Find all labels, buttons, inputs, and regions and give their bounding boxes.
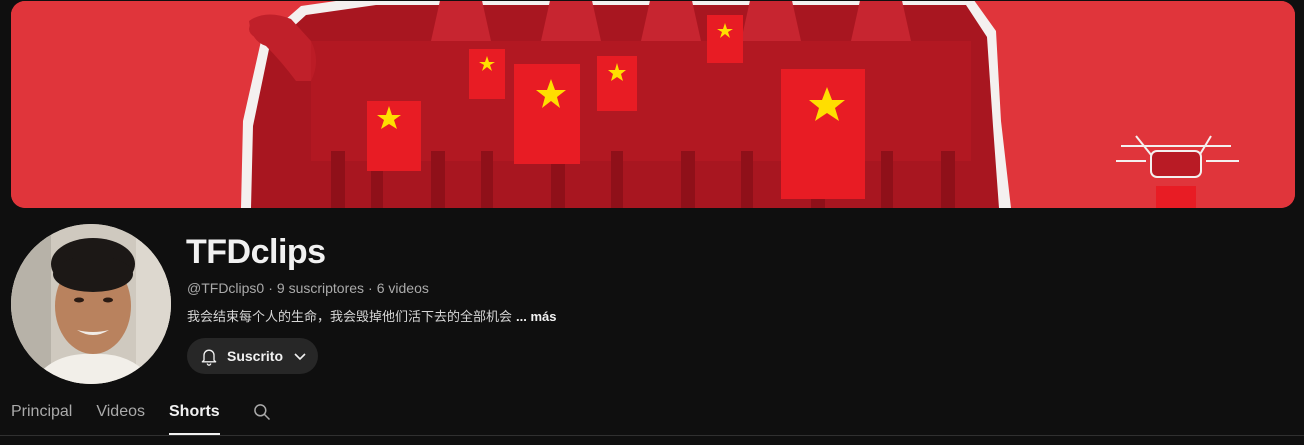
tab-videos[interactable]: Videos (96, 393, 145, 435)
tab-principal[interactable]: Principal (11, 393, 72, 435)
video-count: 6 videos (376, 280, 429, 296)
meta-separator: · (268, 280, 273, 296)
description-text: 我会结束每个人的生命，我会毁掉他们活下去的全部机会 (187, 309, 513, 324)
channel-description[interactable]: 我会结束每个人的生命，我会毁掉他们活下去的全部机会... más (187, 308, 556, 326)
tabs-divider (0, 435, 1304, 436)
channel-handle: @TFDclips0 (187, 280, 265, 296)
channel-name: TFDclips (186, 233, 326, 271)
subscribed-label: Suscrito (227, 348, 284, 364)
channel-avatar[interactable] (11, 224, 171, 384)
chevron-down-icon (292, 348, 308, 364)
more-link[interactable]: ... más (516, 309, 556, 324)
channel-meta: @TFDclips0 · 9 suscriptores · 6 videos (187, 279, 429, 297)
tab-shorts[interactable]: Shorts (169, 393, 220, 435)
channel-banner (11, 1, 1295, 208)
channel-tabs: Principal Videos Shorts (11, 393, 274, 435)
bell-icon (199, 346, 219, 366)
subscriber-count: 9 suscriptores (276, 280, 365, 296)
meta-separator: · (368, 280, 373, 296)
search-icon[interactable] (250, 393, 274, 431)
subscribed-button[interactable]: Suscrito (187, 338, 318, 374)
